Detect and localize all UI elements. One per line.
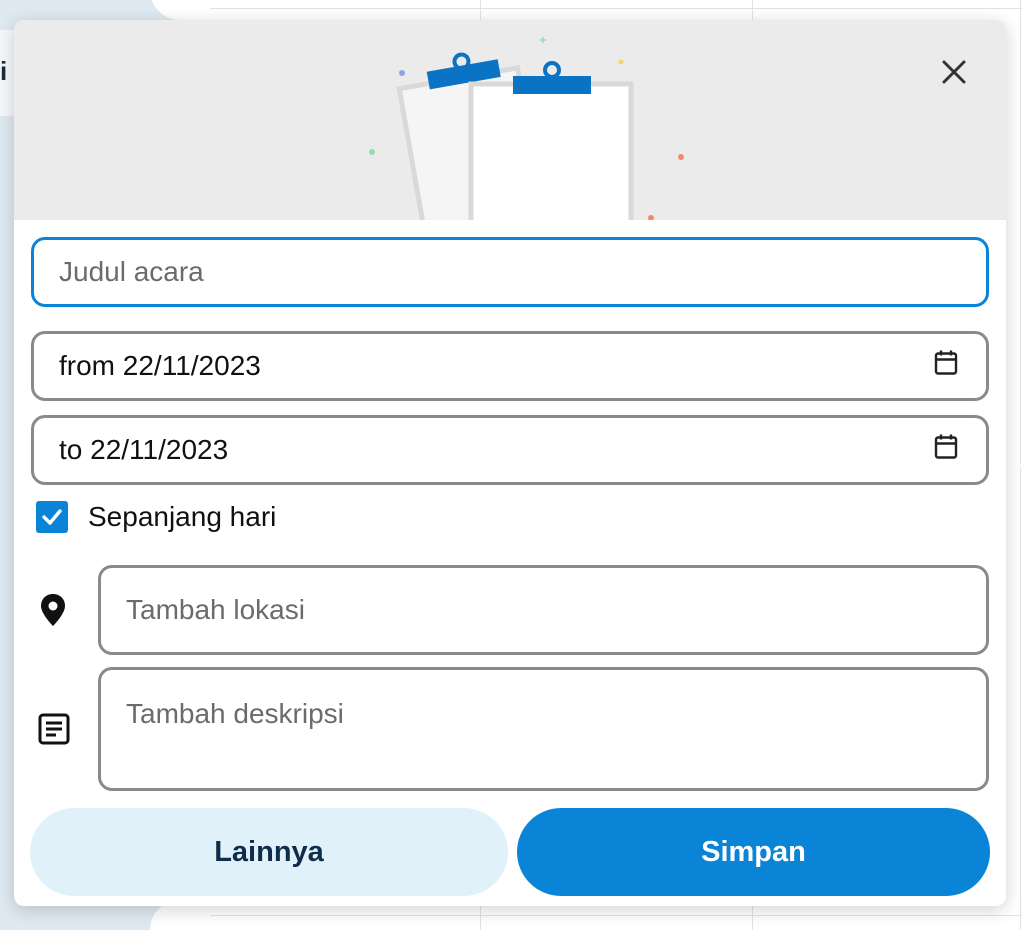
end-date-value: to 22/11/2023 bbox=[59, 434, 229, 465]
end-date-field[interactable]: to 22/11/2023 bbox=[31, 415, 989, 485]
calendar-icon[interactable] bbox=[934, 350, 958, 383]
location-pin-icon bbox=[38, 592, 68, 633]
header-illustration bbox=[14, 20, 1006, 260]
save-button[interactable]: Simpan bbox=[517, 808, 990, 896]
close-icon bbox=[942, 60, 966, 84]
description-placeholder: Tambah deskripsi bbox=[126, 698, 344, 729]
clipboard-illustration bbox=[369, 37, 684, 260]
event-title-placeholder: Judul acara bbox=[59, 256, 204, 287]
close-button[interactable] bbox=[934, 56, 974, 88]
all-day-checkbox[interactable] bbox=[36, 501, 68, 533]
popover-arrow bbox=[1004, 448, 1022, 484]
event-title-input[interactable]: Judul acara bbox=[31, 237, 989, 307]
notes-icon bbox=[37, 712, 71, 751]
more-options-button[interactable]: Lainnya bbox=[30, 808, 508, 896]
location-input[interactable]: Tambah lokasi bbox=[98, 565, 989, 655]
check-icon bbox=[42, 509, 62, 525]
location-placeholder: Tambah lokasi bbox=[126, 594, 305, 625]
calendar-icon[interactable] bbox=[934, 434, 958, 467]
all-day-label: Sepanjang hari bbox=[88, 501, 277, 532]
new-event-dialog: Judul acara from 22/11/2023 to 22/11/202… bbox=[14, 20, 1006, 906]
start-date-field[interactable]: from 22/11/2023 bbox=[31, 331, 989, 401]
description-input[interactable]: Tambah deskripsi bbox=[98, 667, 989, 791]
all-day-toggle[interactable]: Sepanjang hari bbox=[36, 500, 276, 534]
background-sidebar-text: i bbox=[0, 56, 8, 86]
start-date-value: from 22/11/2023 bbox=[59, 350, 261, 381]
